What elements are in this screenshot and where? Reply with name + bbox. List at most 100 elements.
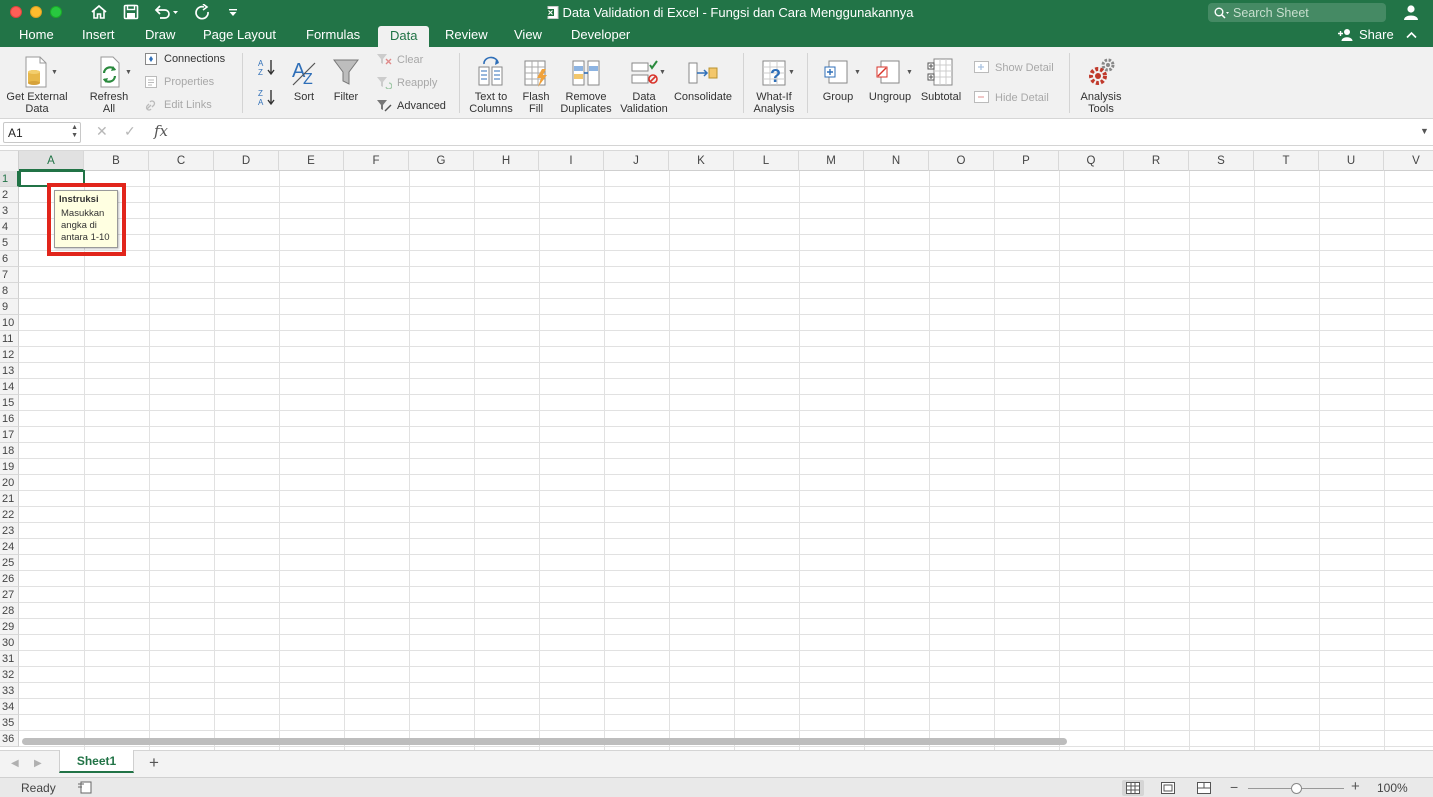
row-header-10[interactable]: 10 <box>0 315 19 331</box>
row-header-8[interactable]: 8 <box>0 283 19 299</box>
row-header-3[interactable]: 3 <box>0 203 19 219</box>
row-header-9[interactable]: 9 <box>0 299 19 315</box>
macro-recording-icon[interactable] <box>78 781 94 797</box>
column-header-b[interactable]: B <box>84 151 149 171</box>
row-header-26[interactable]: 26 <box>0 571 19 587</box>
search-sheet-box[interactable] <box>1208 3 1386 22</box>
analysis-tools-button[interactable]: Analysis Tools <box>1075 55 1127 115</box>
tab-view[interactable]: View <box>506 24 550 47</box>
column-header-q[interactable]: Q <box>1059 151 1124 171</box>
row-header-35[interactable]: 35 <box>0 715 19 731</box>
what-if-analysis-button[interactable]: ? What-If Analysis <box>749 55 799 115</box>
column-header-k[interactable]: K <box>669 151 734 171</box>
properties-button[interactable]: Properties <box>145 76 214 88</box>
name-box-stepper-icon[interactable]: ▲ ▼ <box>71 124 78 140</box>
column-header-l[interactable]: L <box>734 151 799 171</box>
consolidate-button[interactable]: Consolidate <box>672 55 734 103</box>
row-header-36[interactable]: 36 <box>0 731 19 747</box>
clear-filter-button[interactable]: Clear <box>376 53 423 66</box>
connections-button[interactable]: Connections <box>145 53 225 65</box>
page-layout-view-icon[interactable] <box>1157 780 1179 796</box>
sheet-tab-sheet1[interactable]: Sheet1 <box>59 750 134 773</box>
zoom-slider-thumb[interactable] <box>1291 783 1302 794</box>
normal-view-icon[interactable] <box>1122 780 1144 796</box>
chevron-down-icon[interactable]: ▼ <box>854 69 861 76</box>
chevron-down-icon[interactable]: ▼ <box>906 69 913 76</box>
column-header-v[interactable]: V <box>1384 151 1433 171</box>
chevron-down-icon[interactable]: ▼ <box>51 69 58 76</box>
row-header-24[interactable]: 24 <box>0 539 19 555</box>
redo-icon[interactable] <box>193 3 213 21</box>
column-header-m[interactable]: M <box>799 151 864 171</box>
row-header-21[interactable]: 21 <box>0 491 19 507</box>
row-header-11[interactable]: 11 <box>0 331 19 347</box>
column-header-s[interactable]: S <box>1189 151 1254 171</box>
row-header-20[interactable]: 20 <box>0 475 19 491</box>
column-header-t[interactable]: T <box>1254 151 1319 171</box>
column-header-f[interactable]: F <box>344 151 409 171</box>
reapply-button[interactable]: Reapply <box>376 76 437 89</box>
row-header-6[interactable]: 6 <box>0 251 19 267</box>
sort-z-to-a-icon[interactable]: ZA <box>257 88 277 106</box>
show-detail-button[interactable]: Show Detail <box>974 61 1054 74</box>
column-header-u[interactable]: U <box>1319 151 1384 171</box>
row-header-1[interactable]: 1 <box>0 171 19 187</box>
row-header-17[interactable]: 17 <box>0 427 19 443</box>
sort-button[interactable]: AZ Sort <box>285 55 323 103</box>
row-header-19[interactable]: 19 <box>0 459 19 475</box>
column-header-d[interactable]: D <box>214 151 279 171</box>
previous-sheet-icon[interactable]: ◀ <box>11 758 19 769</box>
row-header-22[interactable]: 22 <box>0 507 19 523</box>
row-header-32[interactable]: 32 <box>0 667 19 683</box>
customize-toolbar-icon[interactable] <box>227 3 239 21</box>
flash-fill-button[interactable]: Flash Fill <box>518 55 554 115</box>
name-box[interactable]: A1 ▲ ▼ <box>3 122 81 143</box>
insert-function-button[interactable]: fx <box>154 122 168 140</box>
save-icon[interactable] <box>121 3 141 21</box>
home-icon[interactable] <box>89 3 109 21</box>
row-header-33[interactable]: 33 <box>0 683 19 699</box>
row-header-25[interactable]: 25 <box>0 555 19 571</box>
row-header-31[interactable]: 31 <box>0 651 19 667</box>
text-to-columns-button[interactable]: Text to Columns <box>467 55 515 115</box>
share-button[interactable]: Share <box>1338 27 1394 42</box>
edit-links-button[interactable]: Edit Links <box>145 99 212 111</box>
formula-input[interactable] <box>178 122 1408 143</box>
select-all-corner[interactable] <box>0 151 19 171</box>
account-icon[interactable] <box>1402 3 1420 24</box>
next-sheet-icon[interactable]: ▶ <box>34 758 42 769</box>
column-header-r[interactable]: R <box>1124 151 1189 171</box>
add-sheet-plus-icon[interactable]: + <box>149 753 159 773</box>
page-break-preview-icon[interactable] <box>1193 780 1215 796</box>
tab-formulas[interactable]: Formulas <box>298 24 368 47</box>
chevron-down-icon[interactable]: ▼ <box>125 69 132 76</box>
row-header-2[interactable]: 2 <box>0 187 19 203</box>
row-header-13[interactable]: 13 <box>0 363 19 379</box>
search-input[interactable] <box>1233 5 1373 20</box>
close-window-button[interactable] <box>10 6 22 18</box>
row-header-34[interactable]: 34 <box>0 699 19 715</box>
row-header-23[interactable]: 23 <box>0 523 19 539</box>
undo-icon[interactable] <box>152 3 178 21</box>
chevron-down-icon[interactable]: ▼ <box>659 69 666 76</box>
subtotal-button[interactable]: Subtotal <box>918 55 964 103</box>
maximize-window-button[interactable] <box>50 6 62 18</box>
confirm-entry-icon[interactable]: ✓ <box>124 123 136 140</box>
column-header-o[interactable]: O <box>929 151 994 171</box>
column-header-e[interactable]: E <box>279 151 344 171</box>
column-header-p[interactable]: P <box>994 151 1059 171</box>
tab-review[interactable]: Review <box>437 24 496 47</box>
collapse-ribbon-chevron-up-icon[interactable] <box>1406 28 1417 42</box>
minimize-window-button[interactable] <box>30 6 42 18</box>
row-header-7[interactable]: 7 <box>0 267 19 283</box>
row-header-12[interactable]: 12 <box>0 347 19 363</box>
row-header-30[interactable]: 30 <box>0 635 19 651</box>
zoom-out-icon[interactable]: − <box>1230 779 1238 795</box>
group-button[interactable]: Group <box>816 55 860 103</box>
row-header-4[interactable]: 4 <box>0 219 19 235</box>
row-header-16[interactable]: 16 <box>0 411 19 427</box>
hide-detail-button[interactable]: Hide Detail <box>974 91 1049 104</box>
advanced-filter-button[interactable]: Advanced <box>376 99 446 112</box>
row-header-15[interactable]: 15 <box>0 395 19 411</box>
refresh-all-button[interactable]: Refresh All <box>84 55 134 115</box>
